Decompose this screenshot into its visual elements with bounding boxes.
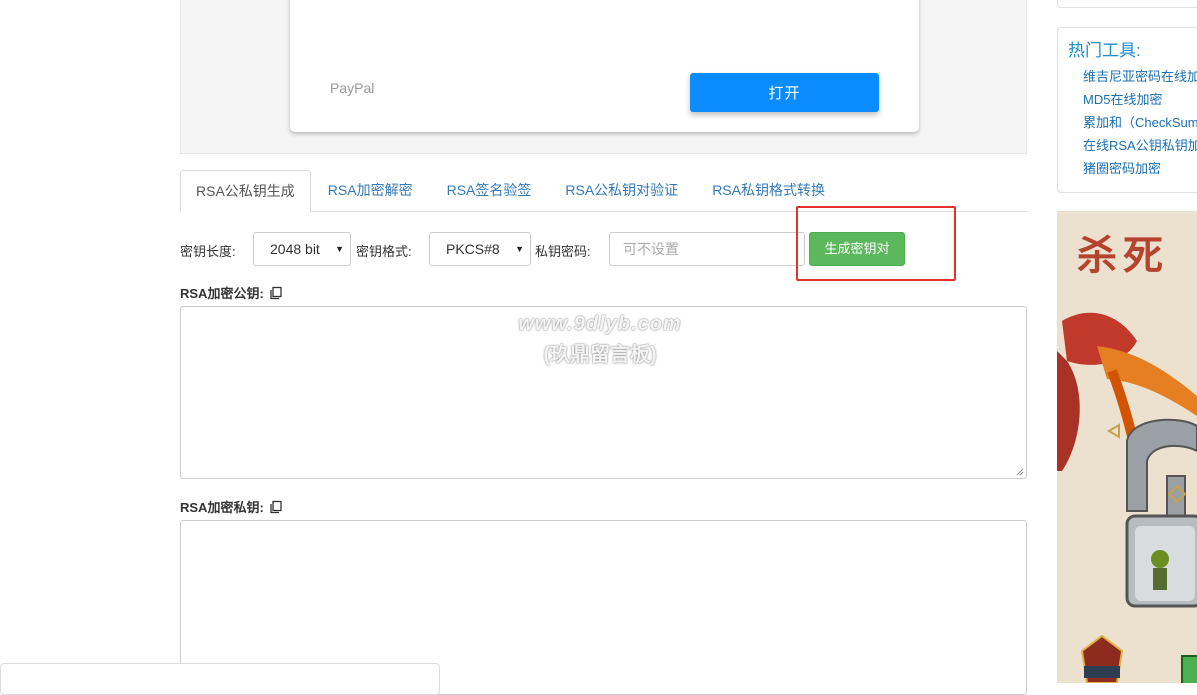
paypal-label: PayPal bbox=[330, 80, 375, 96]
tab-rsa-sign-verify[interactable]: RSA签名验签 bbox=[430, 170, 549, 211]
hot-tool-link[interactable]: 维吉尼亚密码在线加 bbox=[1083, 68, 1197, 91]
tab-rsa-keygen[interactable]: RSA公私钥生成 bbox=[180, 170, 311, 213]
game-ad-banner[interactable]: 杀死 bbox=[1057, 211, 1197, 683]
key-length-value: 2048 bit bbox=[270, 241, 320, 257]
tab-rsa-encrypt-decrypt[interactable]: RSA加密解密 bbox=[311, 170, 430, 211]
caret-down-icon: ▼ bbox=[515, 244, 524, 254]
game-ad-artwork bbox=[1057, 312, 1197, 683]
hot-tool-link[interactable]: 猪圈密码加密 bbox=[1083, 160, 1197, 183]
paypal-card: PayPal 打开 bbox=[290, 0, 919, 132]
sidebar-top-card bbox=[1057, 0, 1197, 8]
hot-tools-panel: 热门工具: 维吉尼亚密码在线加 MD5在线加密 累加和（CheckSum 在线R… bbox=[1057, 27, 1197, 193]
resize-handle-icon[interactable] bbox=[1016, 468, 1024, 476]
private-key-section-label: RSA加密私钥: bbox=[180, 497, 283, 516]
copy-icon[interactable] bbox=[269, 500, 283, 514]
key-length-select[interactable]: 2048 bit ▼ bbox=[253, 232, 351, 266]
watermark-name: (玖鼎留言板) bbox=[543, 344, 657, 366]
key-format-select[interactable]: PKCS#8 ▼ bbox=[429, 232, 531, 266]
private-password-label: 私钥密码: bbox=[535, 244, 591, 259]
watermark-url: www.9dlyb.com bbox=[518, 313, 682, 335]
bottom-floating-bar bbox=[0, 663, 440, 695]
hot-tools-title: 热门工具: bbox=[1068, 41, 1141, 60]
hot-tool-link[interactable]: 累加和（CheckSum bbox=[1083, 114, 1197, 137]
private-password-placeholder: 可不设置 bbox=[623, 241, 679, 257]
watermark: www.9dlyb.com (玖鼎留言板) bbox=[495, 313, 705, 367]
private-key-label: RSA加密私钥: bbox=[180, 500, 264, 515]
public-key-section-label: RSA加密公钥: bbox=[180, 283, 283, 302]
key-format-value: PKCS#8 bbox=[446, 241, 500, 257]
caret-down-icon: ▼ bbox=[335, 244, 344, 254]
tab-rsa-keypair-verify[interactable]: RSA公私钥对验证 bbox=[548, 170, 695, 211]
tab-rsa-key-format-convert[interactable]: RSA私钥格式转换 bbox=[695, 170, 842, 211]
hot-tool-link[interactable]: MD5在线加密 bbox=[1083, 91, 1197, 114]
hot-tools-list: 维吉尼亚密码在线加 MD5在线加密 累加和（CheckSum 在线RSA公钥私钥… bbox=[1083, 68, 1197, 183]
private-password-input[interactable]: 可不设置 bbox=[609, 232, 805, 266]
highlight-box bbox=[796, 206, 956, 281]
public-key-label: RSA加密公钥: bbox=[180, 286, 264, 301]
hot-tool-link[interactable]: 在线RSA公钥私钥加 bbox=[1083, 137, 1197, 160]
ad-area: PayPal 打开 bbox=[180, 0, 1027, 154]
key-length-label: 密钥长度: bbox=[180, 244, 236, 259]
copy-icon[interactable] bbox=[269, 286, 283, 300]
open-button[interactable]: 打开 bbox=[690, 73, 879, 112]
key-format-label: 密钥格式: bbox=[356, 244, 412, 259]
